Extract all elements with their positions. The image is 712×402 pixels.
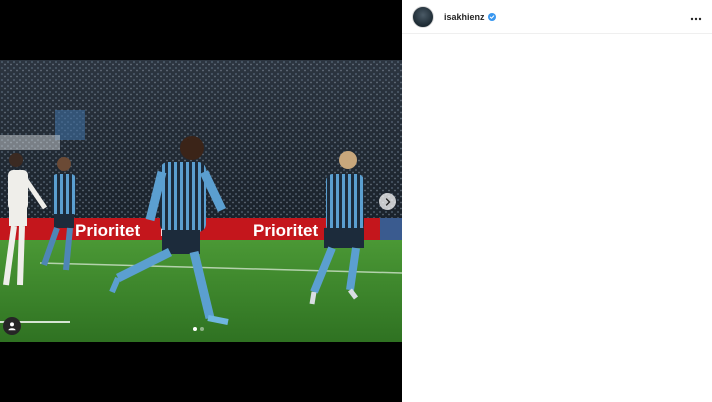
avatar[interactable] (412, 5, 434, 28)
tagged-users-button[interactable] (3, 317, 21, 335)
post-photo[interactable]: Prioritet ns Prioritet (0, 60, 402, 342)
chevron-right-icon (385, 197, 390, 206)
more-horizontal-icon (690, 17, 702, 20)
carousel-dot-active (193, 327, 197, 331)
username-link[interactable]: isakhienz (444, 12, 485, 22)
post-header: isakhienz (402, 0, 712, 34)
carousel-indicator (193, 327, 204, 331)
user-icon (8, 322, 16, 331)
carousel-next-button[interactable] (379, 193, 396, 210)
banner-text-left: Prioritet (75, 221, 141, 240)
banner-text-right: Prioritet (253, 221, 319, 240)
carousel-dot (200, 327, 204, 331)
post-sidebar: isakhienz (402, 0, 712, 402)
more-options-button[interactable] (690, 11, 702, 23)
verified-badge-icon (487, 12, 496, 21)
post-media: Prioritet ns Prioritet (0, 0, 402, 402)
